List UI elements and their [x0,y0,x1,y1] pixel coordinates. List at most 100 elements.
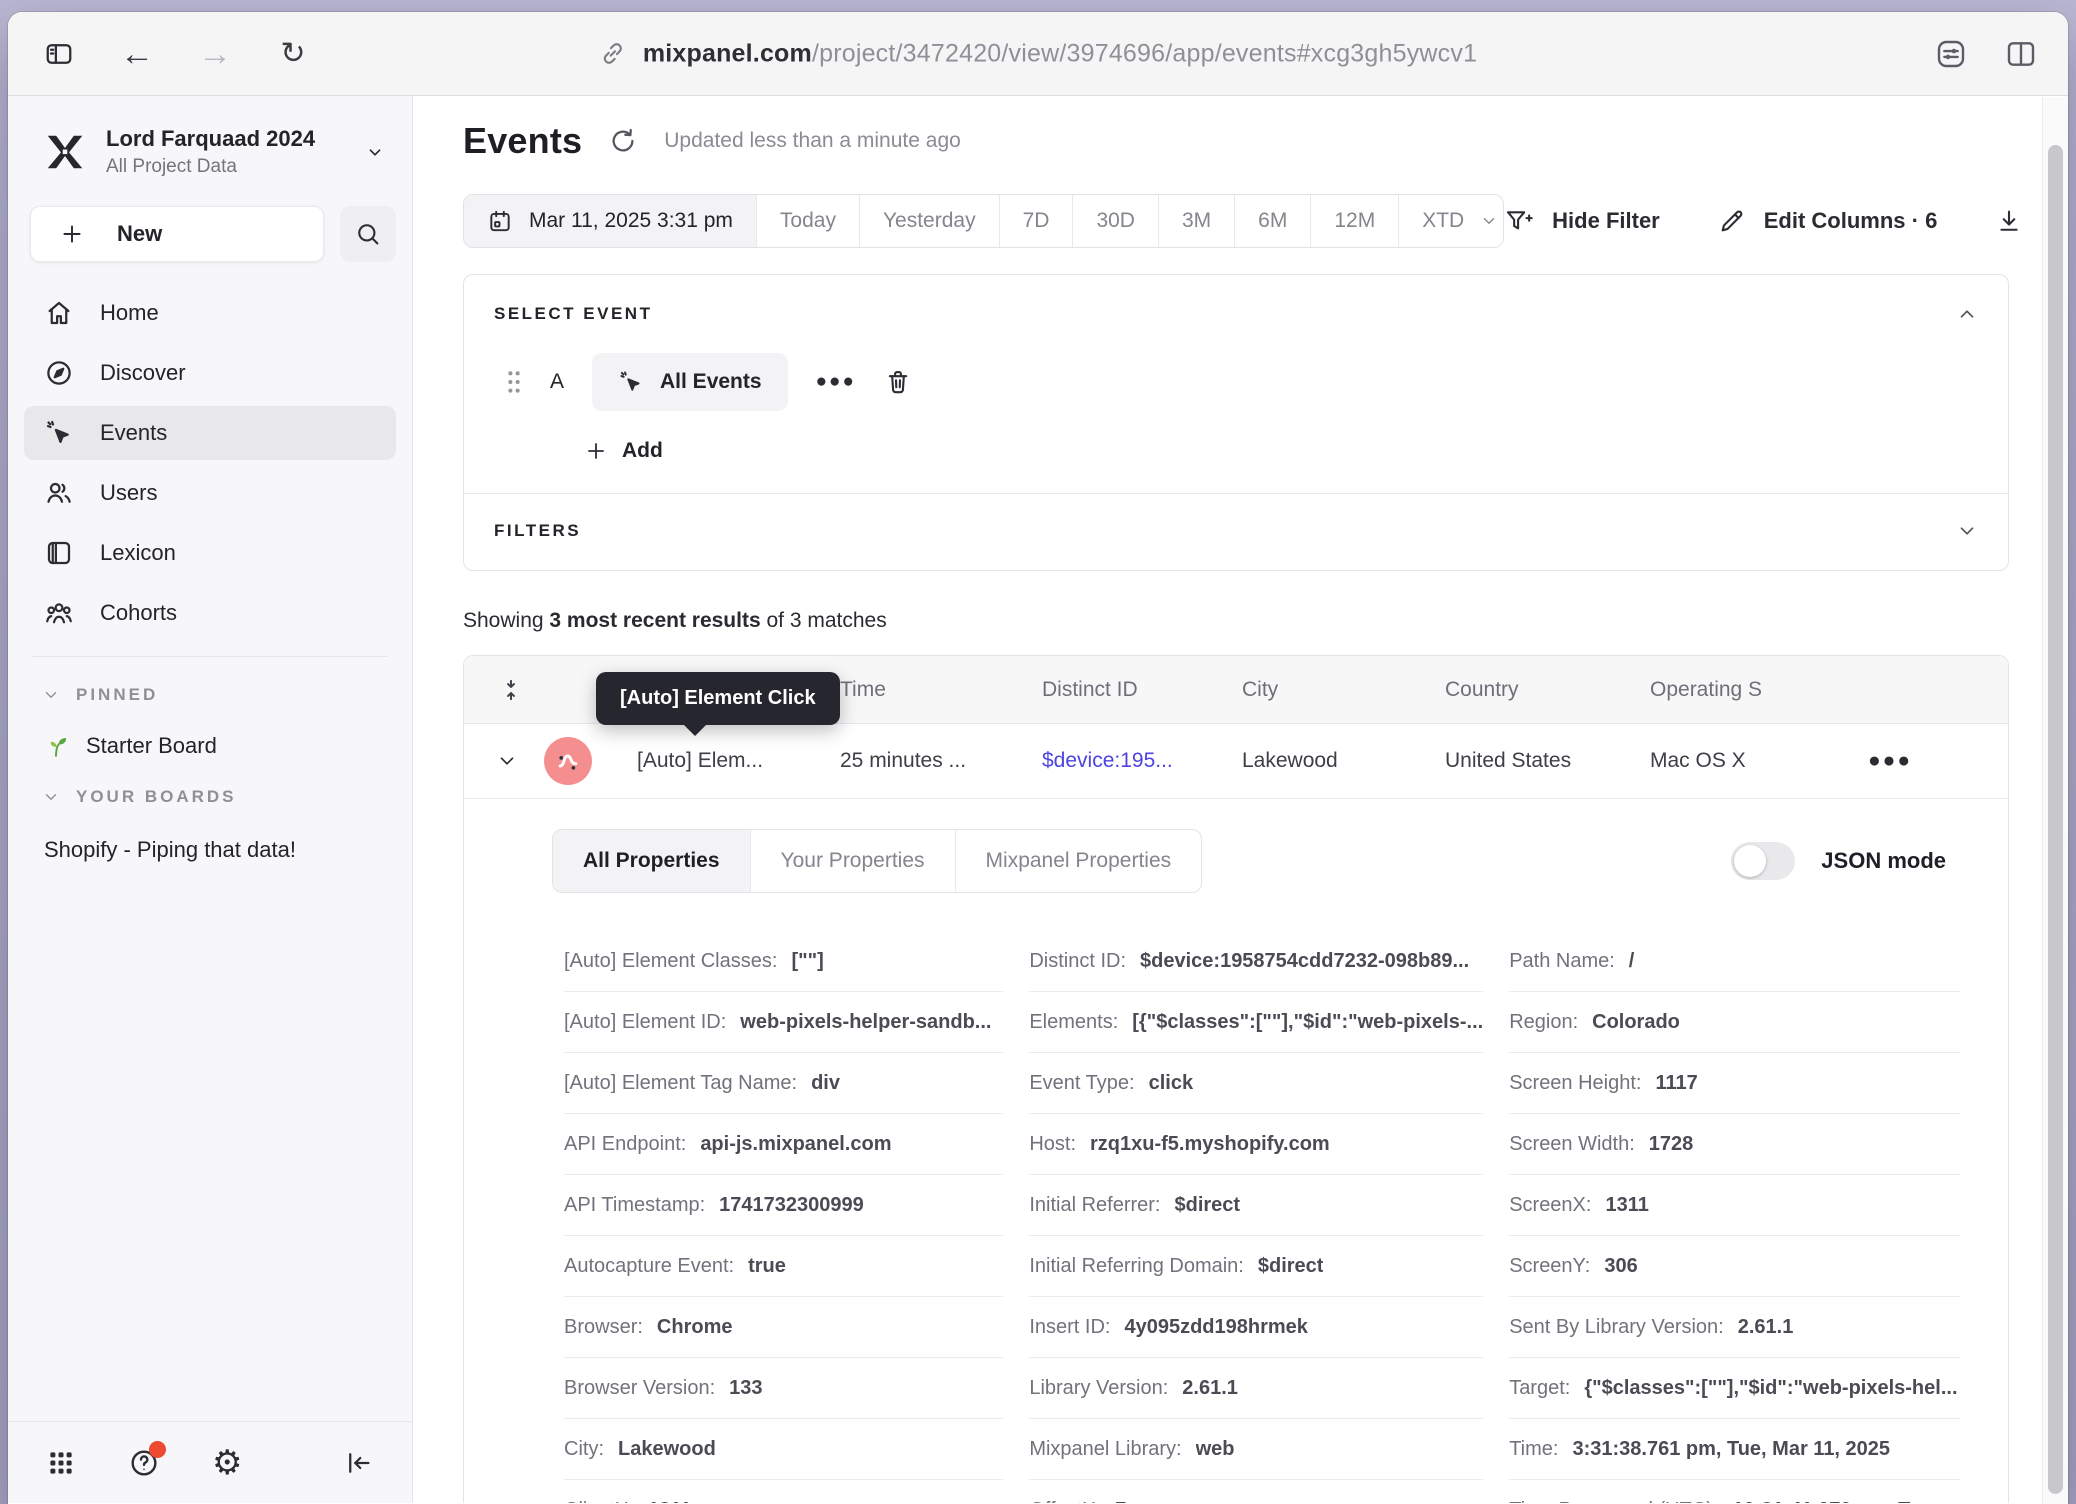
add-event-label: Add [622,439,663,463]
range-xtd[interactable]: XTD [1398,195,1504,247]
range-7d[interactable]: 7D [999,195,1073,247]
cell-os: Mac OS X [1650,749,1810,773]
drag-handle-icon[interactable] [506,369,522,395]
property-link[interactable]: rzq1xu-f5.myshopify.com [1090,1133,1330,1156]
hide-filter-label: Hide Filter [1552,208,1660,234]
project-switcher[interactable]: Lord Farquaad 2024 All Project Data [8,96,412,184]
cell-city: Lakewood [1242,749,1445,773]
range-label: Yesterday [883,209,976,233]
your-boards-section-header[interactable]: YOUR BOARDS [8,759,412,807]
range-label: XTD [1422,209,1464,233]
main-content: Events Updated less than a minute ago Ma… [413,96,2068,1503]
sidebar-item-lexicon[interactable]: Lexicon [24,526,396,580]
range-label: 3M [1182,209,1211,233]
sidebar-item-label: Lexicon [100,540,176,566]
range-yesterday[interactable]: Yesterday [859,195,999,247]
your-boards-header-label: YOUR BOARDS [76,787,237,807]
settings-button[interactable]: ⚙ [212,1446,242,1480]
event-selector-chip[interactable]: All Events [592,353,788,411]
download-icon [1995,207,2023,235]
sidebar-item-starter-board[interactable]: Starter Board [8,705,412,759]
event-more-icon[interactable]: ●●● [816,371,856,393]
sidebar-item-label: Discover [100,360,186,386]
notification-dot [149,1441,166,1458]
column-header-time[interactable]: Time [840,678,1042,702]
date-picker[interactable]: Mar 11, 2025 3:31 pm [464,195,756,247]
pinned-item-label: Starter Board [86,733,217,759]
tab-all-properties[interactable]: All Properties [553,830,750,892]
back-icon[interactable]: ← [120,37,154,71]
chevron-down-icon[interactable] [496,750,518,772]
property-row: Screen Height:1117 [1509,1053,1960,1114]
sidebar-item-home[interactable]: Home [24,286,396,340]
property-row: City:Lakewood [564,1419,1003,1480]
property-row: API Endpoint:api-js.mixpanel.com [564,1114,1003,1175]
refresh-icon[interactable] [608,126,638,156]
column-header-os[interactable]: Operating S [1650,678,1810,702]
compass-icon [44,358,74,388]
new-button[interactable]: New [30,206,324,262]
url-path: /project/3472420/view/3974696/app/events… [812,39,1477,67]
add-event-button[interactable]: Add [464,411,2008,493]
chevron-up-icon[interactable] [1956,303,1978,325]
sidebar-item-events[interactable]: Events [24,406,396,460]
hide-filter-button[interactable]: Hide Filter [1504,207,1660,235]
gear-icon: ⚙ [212,1444,242,1482]
sidebar-item-shopify-board[interactable]: Shopify - Piping that data! [8,807,412,863]
search-button[interactable] [340,206,396,262]
range-label: 30D [1096,209,1135,233]
range-today[interactable]: Today [756,195,859,247]
column-header-country[interactable]: Country [1445,678,1650,702]
json-mode-toggle[interactable] [1731,842,1795,880]
sidebar-item-users[interactable]: Users [24,466,396,520]
browser-settings-icon[interactable] [1934,37,1968,71]
property-link[interactable]: api-js.mixpanel.com [700,1133,891,1156]
forward-icon[interactable]: → [198,37,232,71]
sidebar-footer: ⚙ [8,1421,412,1503]
property-row: Distinct ID:$device:1958754cdd7232-098b8… [1029,931,1483,992]
sidebar-item-cohorts[interactable]: Cohorts [24,586,396,640]
property-link[interactable]: $device:1958754cdd7232-098b89... [1140,950,1469,973]
sidebar-nav: Home Discover Events Users Lexicon [8,270,412,640]
cell-event-name: [Auto] Elem... [637,749,840,773]
apps-grid-icon[interactable] [46,1448,76,1478]
property-row: Browser:Chrome [564,1297,1003,1358]
collapse-rows-icon [498,677,524,703]
split-view-icon[interactable] [2004,37,2038,71]
row-more-icon[interactable]: ●●● [1810,749,2008,773]
range-12m[interactable]: 12M [1310,195,1398,247]
pinned-section-header[interactable]: PINNED [8,657,412,705]
tab-your-properties[interactable]: Your Properties [750,830,955,892]
sidebar-item-label: Home [100,300,159,326]
property-row: Library Version:2.61.1 [1029,1358,1483,1419]
scrollbar[interactable] [2042,97,2068,1504]
edit-columns-button[interactable]: Edit Columns · 6 [1718,207,1938,235]
collapse-sidebar-button[interactable] [344,1448,374,1478]
sidebar-item-discover[interactable]: Discover [24,346,396,400]
browser-toolbar: ← → ↻ mixpanel.com/project/3472420/view/… [8,12,2068,96]
cell-distinct-id[interactable]: $device:195... [1042,749,1242,773]
address-bar[interactable]: mixpanel.com/project/3472420/view/397469… [599,39,1477,68]
property-row: Autocapture Event:true [564,1236,1003,1297]
column-header-distinct-id[interactable]: Distinct ID [1042,678,1242,702]
reload-icon[interactable]: ↻ [276,37,310,71]
column-header-city[interactable]: City [1242,678,1445,702]
pinned-header-label: PINNED [76,685,158,705]
property-row: Time:3:31:38.761 pm, Tue, Mar 11, 2025 [1509,1419,1960,1480]
toggle-knob [1734,845,1766,877]
chevron-down-icon [1480,212,1498,230]
filters-section[interactable]: FILTERS [464,494,2008,570]
project-subtitle: All Project Data [106,156,346,178]
range-30d[interactable]: 30D [1072,195,1158,247]
cohorts-icon [44,598,74,628]
users-icon [44,478,74,508]
help-button[interactable] [128,1447,160,1479]
trash-icon[interactable] [884,368,912,396]
scrollbar-thumb[interactable] [2048,145,2063,1494]
range-6m[interactable]: 6M [1234,195,1310,247]
range-3m[interactable]: 3M [1158,195,1234,247]
browser-sidebar-toggle-icon[interactable] [42,37,76,71]
edit-columns-label: Edit Columns · 6 [1764,208,1938,234]
property-row: Time Processed (UTC):10:31:41.070 pm, Tu… [1509,1480,1960,1503]
tab-mixpanel-properties[interactable]: Mixpanel Properties [955,830,1202,892]
